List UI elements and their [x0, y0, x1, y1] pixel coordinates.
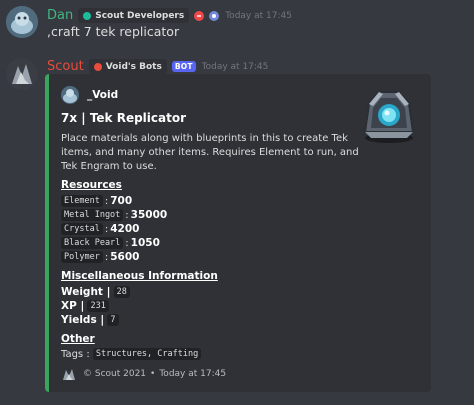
resource-name: Black Pearl [61, 237, 124, 249]
resource-amount: 35000 [130, 209, 168, 221]
misc-label: XP | [61, 300, 85, 312]
misc-value: 28 [113, 286, 130, 298]
misc-row: Weight | 28 [61, 285, 130, 299]
scout-role-badge[interactable]: Void's Bots [88, 59, 167, 74]
role-color-dot [93, 62, 102, 71]
scout-username[interactable]: Scout [47, 59, 84, 74]
misc-label: Weight | [61, 286, 111, 298]
embed-author: _Void [61, 86, 118, 104]
tags-label: Tags : [61, 348, 90, 360]
resource-name: Crystal [61, 223, 103, 235]
dan-username[interactable]: Dan [47, 8, 73, 23]
other-heading: Other [61, 333, 95, 345]
author-avatar-icon [61, 86, 79, 104]
resource-row: Polymer:5600 [61, 250, 139, 264]
embed-footer: © Scout 2021 • Today at 17:45 [61, 366, 226, 382]
tags-row: Tags : Structures, Crafting [61, 347, 202, 361]
misc-row: XP | 231 [61, 299, 109, 313]
footer-time: Today at 17:45 [159, 369, 227, 379]
footer-separator: • [150, 369, 156, 379]
role-label: Scout Developers [95, 10, 185, 21]
misc-value: 231 [87, 300, 109, 312]
tags-value: Structures, Crafting [92, 348, 202, 360]
server-boost-icon[interactable] [209, 10, 220, 21]
message-content: ,craft 7 tek replicator [47, 24, 180, 39]
resource-amount: 4200 [110, 223, 140, 235]
resource-amount: 700 [110, 195, 133, 207]
resource-row: Metal Ingot:35000 [61, 208, 167, 222]
resource-amount: 1050 [130, 237, 160, 249]
resource-amount: 5600 [110, 251, 140, 263]
dan-avatar[interactable] [6, 6, 38, 38]
resource-row: Black Pearl:1050 [61, 236, 160, 250]
nitro-badge-icon[interactable] [194, 10, 205, 21]
resources-heading: Resources [61, 179, 122, 191]
misc-heading: Miscellaneous Information [61, 270, 218, 282]
bot-tag: BOT [171, 61, 196, 72]
message-dan: Dan Scout Developers Today at 17:45 ,cra… [0, 0, 474, 44]
resource-row: Element:700 [61, 194, 132, 208]
resource-row: Crystal:4200 [61, 222, 139, 236]
misc-value: 7 [107, 314, 119, 326]
dan-role-badge[interactable]: Scout Developers [78, 8, 190, 23]
resource-name: Polymer [61, 251, 103, 263]
embed-description: Place materials along with blueprints in… [61, 133, 359, 172]
footer-text: © Scout 2021 [83, 369, 147, 379]
misc-label: Yields | [61, 314, 105, 326]
scout-footer-icon [61, 366, 77, 382]
role-color-dot [83, 11, 92, 20]
author-name: _Void [87, 89, 119, 101]
message-timestamp[interactable]: Today at 17:45 [202, 62, 269, 72]
resource-name: Element [61, 195, 103, 207]
embed-title: 7x | Tek Replicator [61, 111, 187, 125]
misc-row: Yields | 7 [61, 313, 119, 327]
tek-replicator-thumbnail[interactable] [357, 82, 421, 146]
message-timestamp[interactable]: Today at 17:45 [225, 11, 292, 21]
craft-embed: _Void 7x | Tek Replicator Place material… [45, 74, 431, 392]
scout-avatar[interactable] [6, 58, 38, 90]
role-label: Void's Bots [105, 61, 162, 72]
resource-name: Metal Ingot [61, 209, 124, 221]
